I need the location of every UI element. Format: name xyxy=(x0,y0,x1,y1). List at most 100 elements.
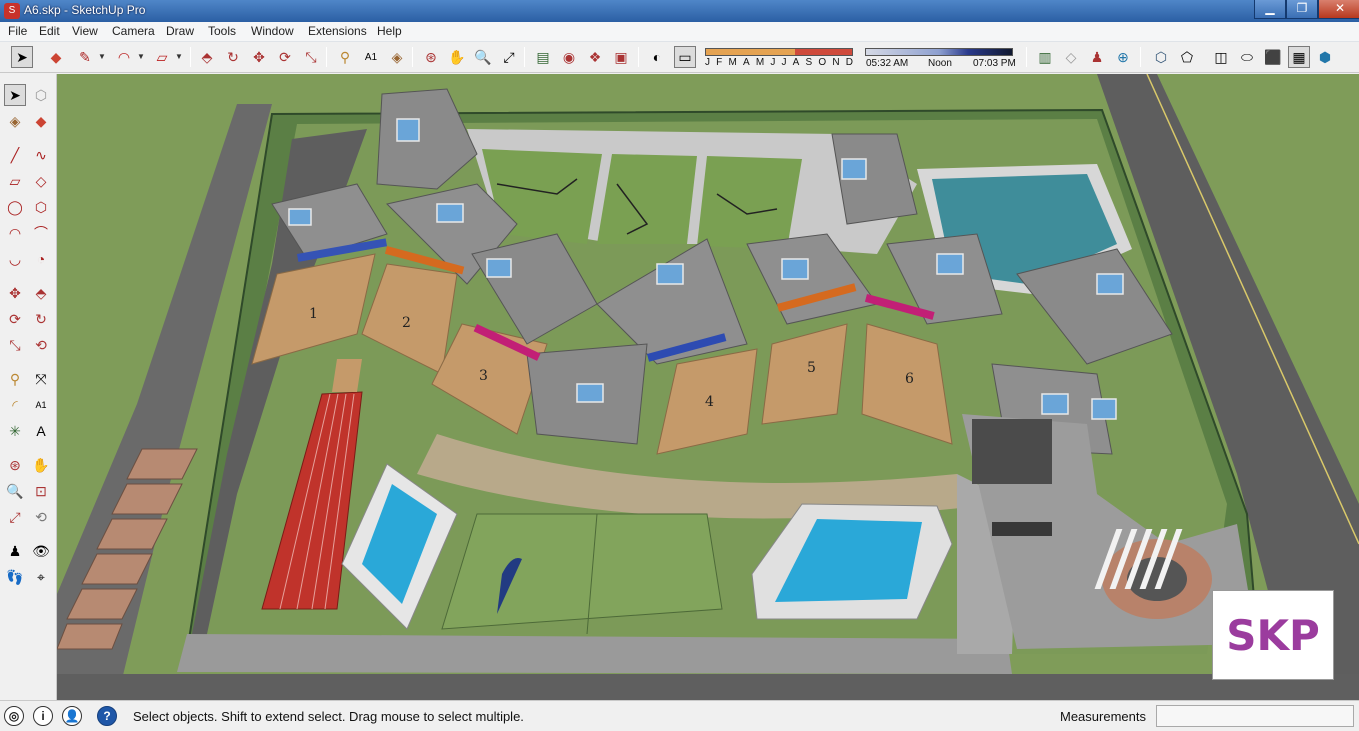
shaded-style-icon[interactable]: ⬛ xyxy=(1262,46,1284,68)
sketchup-logo-icon: S xyxy=(4,3,20,19)
user-account-icon[interactable]: 👤 xyxy=(62,706,82,726)
eraser-tool-icon[interactable]: ◆ xyxy=(30,110,52,132)
zoom-window-icon[interactable]: ⊡ xyxy=(30,480,52,502)
arc-tool-icon[interactable]: ◠ xyxy=(4,222,26,244)
toolbar-separator xyxy=(1140,47,1141,67)
menu-file[interactable]: File xyxy=(8,24,27,38)
three-point-arc-icon[interactable]: ◡ xyxy=(4,248,26,270)
zoom-extents-icon[interactable]: ⤢ xyxy=(4,506,26,528)
position-camera-icon[interactable]: ♟ xyxy=(1086,46,1108,68)
credits-info-icon[interactable]: i xyxy=(33,706,53,726)
tape-measure-tool-icon[interactable]: ⚲ xyxy=(4,368,26,390)
orbit-tool-icon[interactable]: ⊛ xyxy=(420,46,442,68)
zoom-tool-icon[interactable]: 🔍 xyxy=(4,480,26,502)
minimize-button[interactable]: ▁ xyxy=(1254,0,1286,19)
geo-location-status-icon[interactable]: ◎ xyxy=(4,706,24,726)
line-tool-icon[interactable]: ╱ xyxy=(4,144,26,166)
monochrome-style-icon[interactable]: ⬢ xyxy=(1314,46,1336,68)
geo-location-icon[interactable]: ⊕ xyxy=(1112,46,1134,68)
zoom-extents-icon[interactable]: ⤢ xyxy=(498,46,520,68)
follow-me-tool-icon[interactable]: ↻ xyxy=(222,46,244,68)
chevron-down-icon[interactable]: ▼ xyxy=(98,52,106,61)
menu-view[interactable]: View xyxy=(72,24,98,38)
eraser-tool-icon[interactable]: ◆ xyxy=(45,46,67,68)
wireframe-style-icon[interactable]: ⬭ xyxy=(1236,46,1258,68)
menu-camera[interactable]: Camera xyxy=(112,24,155,38)
menu-bar: File Edit View Camera Draw Tools Window … xyxy=(0,22,1359,42)
zoom-tool-icon[interactable]: 🔍 xyxy=(472,46,494,68)
previous-view-icon[interactable]: ⟲ xyxy=(30,506,52,528)
month-slider[interactable] xyxy=(705,48,853,56)
protractor-tool-icon[interactable]: ◜ xyxy=(4,394,26,416)
axes-tool-icon[interactable]: ✳ xyxy=(4,420,26,442)
move-tool-icon[interactable]: ✥ xyxy=(248,46,270,68)
plot-label-2: 2 xyxy=(402,315,411,331)
make-component-icon[interactable]: ⬡ xyxy=(30,84,52,106)
shadows-toggle-icon[interactable]: ◐ xyxy=(646,46,668,68)
circle-tool-icon[interactable]: ◯ xyxy=(4,196,26,218)
text-tool-icon[interactable]: A1 xyxy=(360,46,382,68)
textured-style-icon[interactable]: ▦ xyxy=(1288,46,1310,68)
rotated-rectangle-icon[interactable]: ◇ xyxy=(30,170,52,192)
paint-bucket-tool-icon[interactable]: ◈ xyxy=(4,110,26,132)
menu-draw[interactable]: Draw xyxy=(166,24,194,38)
pie-tool-icon[interactable]: ◔ xyxy=(30,248,52,270)
iso-view-icon[interactable]: ⬡ xyxy=(1150,46,1172,68)
extension-warehouse-icon[interactable]: ▣ xyxy=(610,46,632,68)
polygon-tool-icon[interactable]: ⬡ xyxy=(30,196,52,218)
move-tool-icon[interactable]: ✥ xyxy=(4,282,26,304)
chevron-down-icon[interactable]: ▼ xyxy=(175,52,183,61)
menu-window[interactable]: Window xyxy=(251,24,294,38)
top-view-icon[interactable]: ⬠ xyxy=(1176,46,1198,68)
help-icon[interactable]: ? xyxy=(97,706,117,726)
measurements-input[interactable] xyxy=(1156,705,1354,727)
close-button[interactable]: ✕ xyxy=(1318,0,1359,19)
menu-help[interactable]: Help xyxy=(377,24,402,38)
push-pull-tool-icon[interactable]: ⬘ xyxy=(30,282,52,304)
look-around-icon[interactable]: 👁 xyxy=(30,540,52,562)
menu-tools[interactable]: Tools xyxy=(208,24,236,38)
share-model-icon[interactable]: ◉ xyxy=(558,46,580,68)
rotate-tool-icon[interactable]: ⟳ xyxy=(274,46,296,68)
measurements-label: Measurements xyxy=(1060,709,1146,724)
freehand-tool-icon[interactable]: ∿ xyxy=(30,144,52,166)
restore-button[interactable]: ❐ xyxy=(1286,0,1318,19)
paint-bucket-tool-icon[interactable]: ◈ xyxy=(386,46,408,68)
section-plane-icon[interactable]: ⌖ xyxy=(30,566,52,588)
scale-tool-icon[interactable]: ⤡ xyxy=(300,46,322,68)
3d-text-tool-icon[interactable]: A xyxy=(30,420,52,442)
model-viewport[interactable]: 1 2 3 4 5 6 xyxy=(57,74,1359,700)
tape-measure-tool-icon[interactable]: ⚲ xyxy=(334,46,356,68)
xray-style-icon[interactable]: ◫ xyxy=(1210,46,1232,68)
skp-watermark: SKP xyxy=(1212,590,1334,680)
dimension-tool-icon[interactable]: ⤧ xyxy=(30,368,52,390)
warehouse-icon[interactable]: ▤ xyxy=(532,46,554,68)
select-tool-icon[interactable]: ➤ xyxy=(4,84,26,106)
section-display-icon[interactable]: ◇ xyxy=(1060,46,1082,68)
components-icon[interactable]: ❖ xyxy=(584,46,606,68)
text-tool-icon[interactable]: A1 xyxy=(30,394,52,416)
title-bar: S A6.skp - SketchUp Pro ▁ ❐ ✕ xyxy=(0,0,1359,22)
rectangle-tool-icon[interactable]: ▱ xyxy=(151,46,173,68)
walk-tool-icon[interactable]: 👣 xyxy=(4,566,26,588)
rectangle-tool-icon[interactable]: ▱ xyxy=(4,170,26,192)
offset-tool-icon[interactable]: ⟲ xyxy=(30,334,52,356)
position-camera-icon[interactable]: ♟ xyxy=(4,540,26,562)
two-point-arc-icon[interactable]: ⌒ xyxy=(30,222,52,244)
time-slider[interactable] xyxy=(865,48,1013,56)
fog-toggle-icon[interactable]: ▭ xyxy=(674,46,696,68)
push-pull-tool-icon[interactable]: ⬘ xyxy=(196,46,218,68)
menu-extensions[interactable]: Extensions xyxy=(308,24,367,38)
pencil-tool-icon[interactable]: ✎ xyxy=(74,46,96,68)
select-tool-icon[interactable]: ➤ xyxy=(11,46,33,68)
scale-tool-icon[interactable]: ⤡ xyxy=(4,334,26,356)
pan-tool-icon[interactable]: ✋ xyxy=(446,46,468,68)
pan-tool-icon[interactable]: ✋ xyxy=(30,454,52,476)
section-plane-icon[interactable]: ▥ xyxy=(1034,46,1056,68)
menu-edit[interactable]: Edit xyxy=(39,24,60,38)
orbit-tool-icon[interactable]: ⊛ xyxy=(4,454,26,476)
arc-tool-icon[interactable]: ◠ xyxy=(113,46,135,68)
follow-me-tool-icon[interactable]: ↻ xyxy=(30,308,52,330)
chevron-down-icon[interactable]: ▼ xyxy=(137,52,145,61)
rotate-tool-icon[interactable]: ⟳ xyxy=(4,308,26,330)
